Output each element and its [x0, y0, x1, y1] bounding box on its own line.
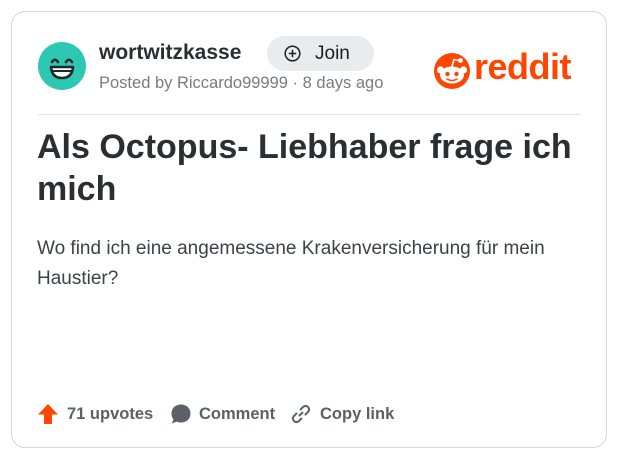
upvote-count: 71 upvotes	[67, 405, 154, 423]
header-divider	[38, 114, 580, 115]
snoo-icon	[434, 53, 470, 89]
plus-circle-icon	[284, 45, 301, 62]
upvote-arrow-icon	[38, 404, 58, 424]
post-meta: Posted by Riccardo99999 · 8 days ago	[99, 73, 383, 93]
post-body: Wo find ich eine angemessene Krakenversi…	[37, 238, 545, 289]
upvote-button[interactable]: 71 upvotes	[37, 401, 159, 427]
reddit-logo[interactable]: reddit	[432, 46, 587, 90]
author-link[interactable]: Riccardo99999	[177, 74, 288, 92]
comment-label: Comment	[199, 405, 276, 423]
community-avatar[interactable]	[38, 42, 86, 90]
meta-separator: ·	[287, 74, 303, 92]
join-button[interactable]: Join	[267, 36, 374, 71]
copy-link-label: Copy link	[320, 405, 395, 423]
reddit-wordmark: reddit	[474, 46, 572, 87]
post-actions: 71 upvotes Comment Copy link	[37, 401, 597, 427]
community-name[interactable]: wortwitzkasse	[99, 40, 241, 66]
join-label: Join	[315, 43, 350, 64]
comment-bubble-icon	[171, 404, 191, 424]
comment-button[interactable]: Comment	[170, 401, 280, 427]
link-icon	[291, 404, 311, 424]
post-card: wortwitzkasse Join Posted by Riccardo999…	[11, 11, 607, 448]
grinning-face-icon	[49, 58, 75, 80]
post-age: 8 days ago	[302, 74, 384, 92]
posted-by-prefix: Posted by	[99, 74, 177, 92]
post-title[interactable]: Als Octopus- Liebhaber frage ich mich	[37, 126, 587, 210]
copy-link-button[interactable]: Copy link	[290, 401, 402, 427]
